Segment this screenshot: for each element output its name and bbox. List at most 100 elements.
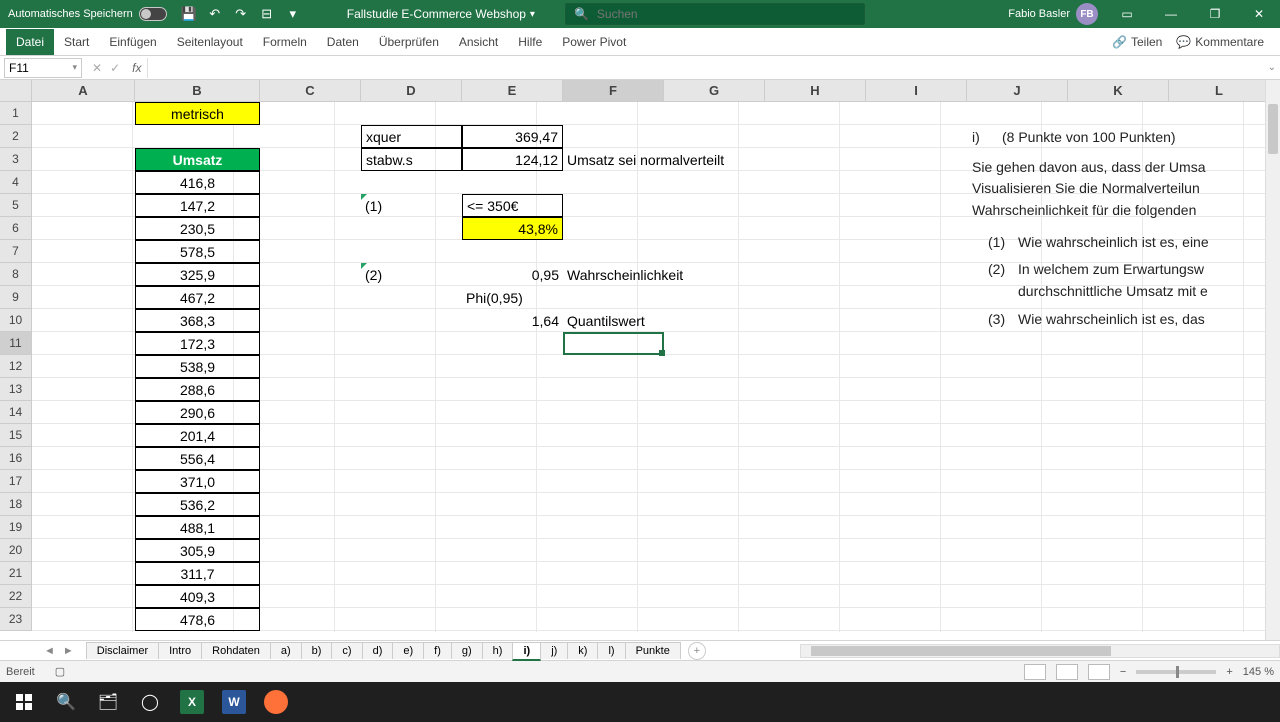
col-header[interactable]: C (260, 80, 361, 102)
zoom-in-icon[interactable]: + (1226, 666, 1232, 678)
taskbar-search-icon[interactable]: 🔍 (46, 682, 86, 722)
cell-D5[interactable]: (1) (361, 194, 462, 217)
cell-B14[interactable]: 290,6 (135, 401, 260, 424)
row-header[interactable]: 4 (0, 171, 32, 194)
row-header[interactable]: 7 (0, 240, 32, 263)
cell-E10[interactable]: 1,64 (462, 309, 563, 332)
row-header[interactable]: 3 (0, 148, 32, 171)
col-header[interactable]: E (462, 80, 563, 102)
row-header[interactable]: 21 (0, 562, 32, 585)
row-header[interactable]: 8 (0, 263, 32, 286)
cell-B9[interactable]: 467,2 (135, 286, 260, 309)
row-header[interactable]: 14 (0, 401, 32, 424)
cell-B19[interactable]: 488,1 (135, 516, 260, 539)
col-header[interactable]: F (563, 80, 664, 102)
formula-input[interactable] (147, 58, 1263, 78)
col-header[interactable]: H (765, 80, 866, 102)
sheet-tab[interactable]: i) (512, 642, 541, 661)
row-header[interactable]: 19 (0, 516, 32, 539)
view-pagelayout-icon[interactable] (1056, 664, 1078, 680)
select-all-corner[interactable] (0, 80, 32, 102)
tab-seitenlayout[interactable]: Seitenlayout (167, 29, 253, 55)
row-header[interactable]: 12 (0, 355, 32, 378)
sheet-tab[interactable]: j) (540, 642, 568, 659)
cell-B5[interactable]: 147,2 (135, 194, 260, 217)
sheet-tab[interactable]: h) (482, 642, 514, 659)
tab-daten[interactable]: Daten (317, 29, 369, 55)
col-header[interactable]: G (664, 80, 765, 102)
cell-B4[interactable]: 416,8 (135, 171, 260, 194)
cell-B1[interactable]: metrisch (135, 102, 260, 125)
row-header[interactable]: 2 (0, 125, 32, 148)
cell-B15[interactable]: 201,4 (135, 424, 260, 447)
cell-D3[interactable]: stabw.s (361, 148, 462, 171)
cell-B20[interactable]: 305,9 (135, 539, 260, 562)
sheet-tab[interactable]: b) (301, 642, 333, 659)
cell-B7[interactable]: 578,5 (135, 240, 260, 263)
row-header[interactable]: 10 (0, 309, 32, 332)
row-header[interactable]: 1 (0, 102, 32, 125)
comments-button[interactable]: 💬 Kommentare (1176, 35, 1264, 49)
cell-B12[interactable]: 538,9 (135, 355, 260, 378)
tab-formeln[interactable]: Formeln (253, 29, 317, 55)
tab-powerpivot[interactable]: Power Pivot (552, 29, 636, 55)
ribbon-mode-icon[interactable]: ▭ (1112, 0, 1142, 28)
cell-F8[interactable]: Wahrscheinlichkeit (563, 263, 723, 286)
cell-E2[interactable]: 369,47 (462, 125, 563, 148)
cell-B18[interactable]: 536,2 (135, 493, 260, 516)
active-cell[interactable] (563, 332, 664, 355)
row-header[interactable]: 22 (0, 585, 32, 608)
undo-icon[interactable]: ↶ (207, 6, 223, 22)
close-icon[interactable]: ✕ (1244, 0, 1274, 28)
taskbar-excel[interactable]: X (172, 682, 212, 722)
row-header[interactable]: 18 (0, 493, 32, 516)
row-header[interactable]: 9 (0, 286, 32, 309)
cell-B23[interactable]: 478,6 (135, 608, 260, 631)
cell-B11[interactable]: 172,3 (135, 332, 260, 355)
autosave-toggle[interactable] (139, 7, 167, 21)
cell-F3[interactable]: Umsatz sei normalverteilt (563, 148, 763, 171)
cell-B6[interactable]: 230,5 (135, 217, 260, 240)
sheet-tab[interactable]: f) (423, 642, 452, 659)
search-box[interactable]: 🔍 (565, 3, 865, 25)
expand-formula-icon[interactable]: ⌄ (1264, 62, 1280, 73)
cell-B8[interactable]: 325,9 (135, 263, 260, 286)
cell-D2[interactable]: xquer (361, 125, 462, 148)
sheet-tab[interactable]: g) (451, 642, 483, 659)
col-header[interactable]: B (135, 80, 260, 102)
sheet-tab[interactable]: Intro (158, 642, 202, 659)
cell-E3[interactable]: 124,12 (462, 148, 563, 171)
start-button[interactable] (4, 682, 44, 722)
zoom-slider[interactable] (1136, 670, 1216, 674)
cell-E6[interactable]: 43,8% (462, 217, 563, 240)
avatar[interactable]: FB (1076, 3, 1098, 25)
sheet-tab[interactable]: Punkte (625, 642, 681, 659)
sheet-tab[interactable]: Disclaimer (86, 642, 159, 659)
col-header[interactable]: D (361, 80, 462, 102)
tab-datei[interactable]: Datei (6, 29, 54, 55)
taskbar-firefox[interactable] (256, 682, 296, 722)
accept-formula-icon[interactable]: ✓ (110, 61, 120, 75)
tab-hilfe[interactable]: Hilfe (508, 29, 552, 55)
col-header[interactable]: J (967, 80, 1068, 102)
row-header[interactable]: 15 (0, 424, 32, 447)
tab-ansicht[interactable]: Ansicht (449, 29, 508, 55)
row-header[interactable]: 17 (0, 470, 32, 493)
col-header[interactable]: L (1169, 80, 1270, 102)
doc-dropdown-icon[interactable]: ▾ (530, 9, 535, 20)
name-box[interactable]: F11▾ (4, 58, 82, 78)
tab-ueberpruefen[interactable]: Überprüfen (369, 29, 449, 55)
row-header[interactable]: 23 (0, 608, 32, 631)
tab-einfuegen[interactable]: Einfügen (99, 29, 166, 55)
taskbar-obs-icon[interactable]: ◯ (130, 682, 170, 722)
view-normal-icon[interactable] (1024, 664, 1046, 680)
sheet-tab[interactable]: a) (270, 642, 302, 659)
dropdown-icon[interactable]: ▾ (285, 6, 301, 22)
row-header[interactable]: 11 (0, 332, 32, 355)
row-header[interactable]: 6 (0, 217, 32, 240)
cancel-formula-icon[interactable]: ✕ (92, 61, 102, 75)
sheet-tab[interactable]: k) (567, 642, 598, 659)
touch-icon[interactable]: ⊟ (259, 6, 275, 22)
cell-B21[interactable]: 311,7 (135, 562, 260, 585)
sheet-tab[interactable]: e) (392, 642, 424, 659)
